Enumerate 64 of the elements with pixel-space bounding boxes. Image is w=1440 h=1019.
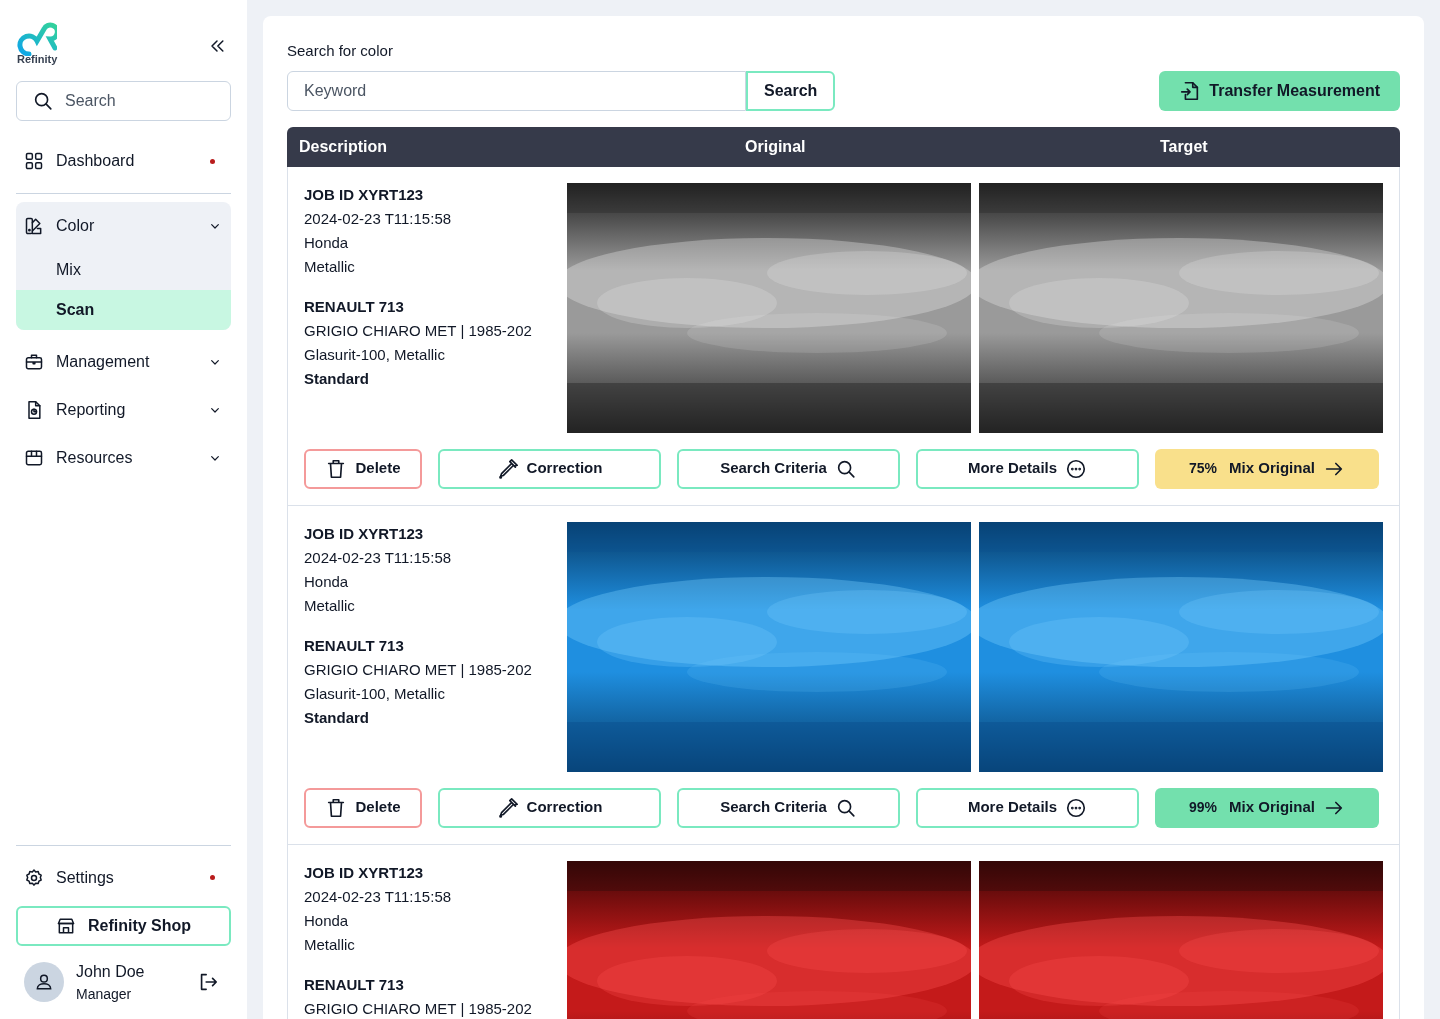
nav-subitem[interactable]: Scan	[16, 290, 231, 330]
more-details-button[interactable]: More Details	[916, 787, 1139, 828]
job-id: JOB ID XYRT123	[304, 523, 425, 544]
nav-item[interactable]: Management	[16, 338, 231, 386]
standard-label: Standard	[304, 707, 370, 728]
nav-subitem[interactable]: Mix	[16, 250, 231, 290]
description-text: GRIGIO CHIARO MET | 1985-202	[304, 320, 533, 341]
briefcase-icon	[24, 352, 44, 372]
nav-item[interactable]: Color	[16, 202, 231, 250]
description-text: Metallic	[304, 256, 356, 277]
description-text: Metallic	[304, 595, 356, 616]
search-label: Search for color	[287, 41, 394, 61]
description-text: Honda	[304, 910, 350, 931]
user-role: Manager	[76, 985, 133, 1003]
delete-button[interactable]: Delete	[304, 787, 422, 828]
mix-button[interactable]: 99% Mix Original	[1155, 787, 1379, 828]
delete-button[interactable]: Delete	[304, 448, 422, 489]
search-button[interactable]: Search	[746, 70, 836, 111]
description-text: Honda	[304, 571, 350, 592]
palette-icon	[24, 216, 44, 236]
description-text: 2024-02-23 T11:15:58	[304, 208, 453, 229]
search-icon	[32, 90, 54, 112]
dropper-icon	[496, 457, 519, 480]
column-header: Original	[744, 136, 807, 157]
standard-label: Standard	[304, 368, 370, 389]
description-text: GRIGIO CHIARO MET | 1985-202	[304, 998, 533, 1019]
column-header: Target	[1158, 136, 1209, 157]
job-id: JOB ID XYRT123	[304, 184, 425, 205]
model-name: RENAULT 713	[304, 974, 405, 995]
transfer-button[interactable]: Transfer Measurement	[1159, 70, 1400, 111]
model-name: RENAULT 713	[304, 296, 405, 317]
ellipsis-circle-icon	[1065, 457, 1088, 480]
description-text: Metallic	[304, 934, 356, 955]
shop-button[interactable]: Refinity Shop	[16, 905, 231, 946]
logo-text: Refinity	[17, 54, 58, 65]
description-text: Glasurit-100, Metallic	[304, 683, 446, 704]
job-id: JOB ID XYRT123	[304, 862, 425, 883]
mix-button[interactable]: 75% Mix Original	[1155, 448, 1379, 489]
search-field[interactable]: Search	[16, 81, 231, 121]
search-criteria-button[interactable]: Search Criteria	[677, 787, 900, 828]
correction-button[interactable]: Correction	[438, 787, 661, 828]
gear-icon	[24, 867, 44, 888]
keyword-field[interactable]: Keyword	[287, 70, 746, 111]
ellipsis-circle-icon	[1065, 796, 1088, 819]
nav-item[interactable]: Reporting	[16, 386, 231, 434]
model-name: RENAULT 713	[304, 635, 405, 656]
description-text: 2024-02-23 T11:15:58	[304, 547, 453, 568]
grid-icon	[24, 151, 44, 171]
nav-item[interactable]: Dashboard	[16, 137, 231, 185]
more-details-button[interactable]: More Details	[916, 448, 1139, 489]
logo-icon	[17, 20, 57, 56]
column-header: Description	[299, 136, 388, 157]
box-icon	[24, 448, 44, 468]
description-text: GRIGIO CHIARO MET | 1985-202	[304, 659, 533, 680]
description-text: Honda	[304, 232, 350, 253]
nav-item[interactable]: Resources	[16, 434, 231, 482]
description-text: 2024-02-23 T11:15:58	[304, 886, 453, 907]
search-criteria-button[interactable]: Search Criteria	[677, 448, 900, 489]
dropper-icon	[496, 796, 519, 819]
nav-item[interactable]: Settings	[16, 853, 231, 902]
avatar	[24, 962, 64, 1003]
user-name: John Doe	[76, 961, 146, 982]
description-text: Glasurit-100, Metallic	[304, 344, 446, 365]
correction-button[interactable]: Correction	[438, 448, 661, 489]
